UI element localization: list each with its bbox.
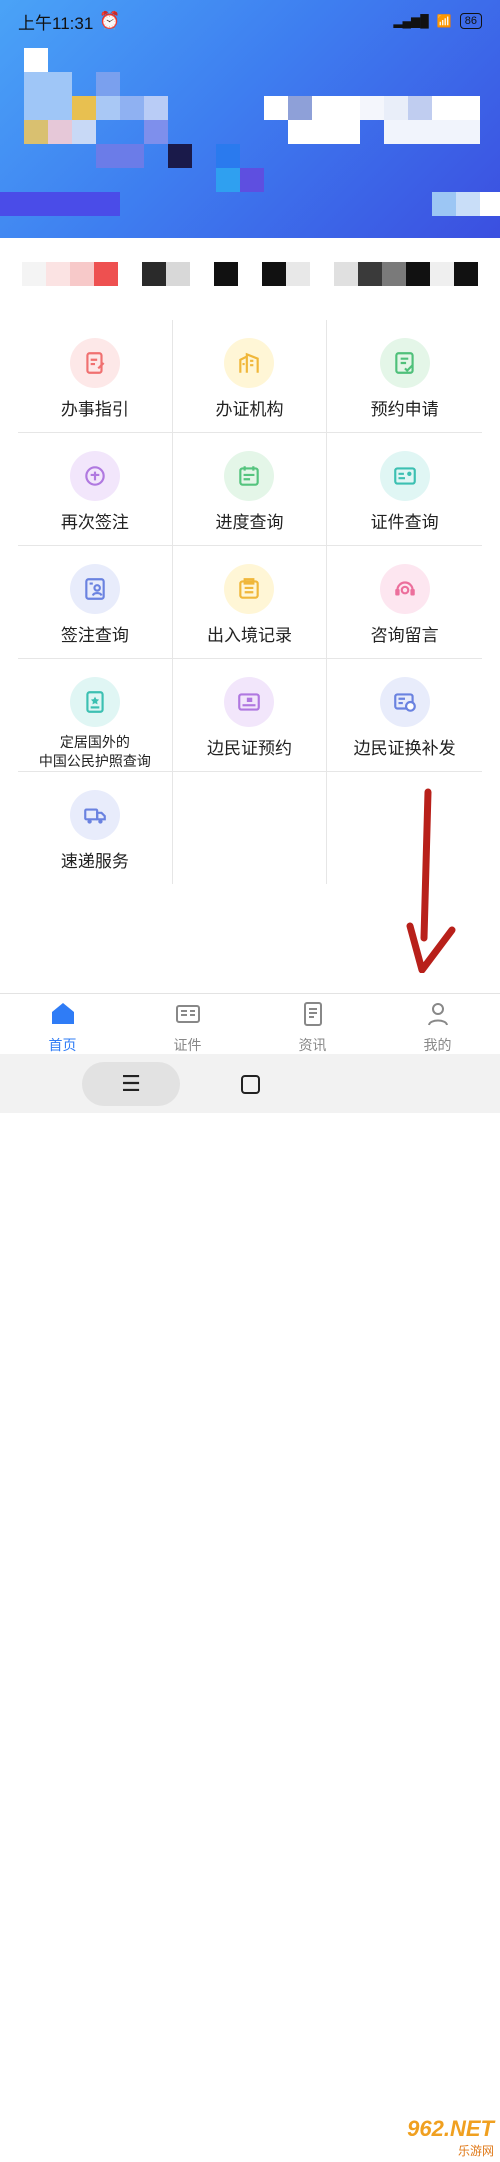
service-label: 签注查询 (60, 626, 129, 645)
service-item[interactable]: 出入境记录 (173, 546, 328, 658)
service-item[interactable]: 定居国外的 中国公民护照查询 (18, 659, 173, 771)
building-icon (224, 338, 275, 388)
home-button[interactable] (230, 1062, 270, 1106)
service-label: 办事指引 (60, 400, 129, 419)
service-label: 定居国外的 中国公民护照查询 (38, 734, 151, 769)
service-item[interactable]: 进度查询 (173, 433, 328, 545)
service-row: 定居国外的 中国公民护照查询 边民证预约 边民证换补发 (18, 659, 482, 772)
service-item[interactable]: 边民证预约 (173, 659, 328, 771)
tab-person[interactable]: 我的 (375, 994, 500, 1054)
menu-button[interactable]: ☰ (82, 1062, 180, 1106)
service-label: 边民证预约 (206, 739, 292, 758)
service-row: 签注查询 出入境记录 咨询留言 (18, 546, 482, 659)
service-label: 进度查询 (215, 513, 284, 532)
service-label: 办证机构 (215, 400, 284, 419)
service-item[interactable]: 再次签注 (18, 433, 173, 545)
service-row: 办事指引 办证机构 预约申请 (18, 320, 482, 433)
menu-icon: ☰ (121, 1071, 141, 1096)
service-label: 咨询留言 (370, 626, 439, 645)
tab-label: 证件 (173, 1037, 202, 1053)
alarm-icon: ⏰ (99, 11, 121, 30)
appointment-check-icon (379, 338, 430, 388)
service-item[interactable]: 预约申请 (327, 320, 482, 432)
service-item[interactable]: 速递服务 (18, 772, 173, 884)
news-icon (299, 1000, 327, 1033)
signal-icon: ▂▄▆█ (393, 14, 429, 28)
red-arrow-annotation (406, 788, 456, 973)
calendar-progress-icon (224, 451, 275, 501)
service-label: 速递服务 (60, 852, 129, 871)
service-label: 证件查询 (370, 513, 439, 532)
service-row: 再次签注 进度查询 证件查询 (18, 433, 482, 546)
endorse-stamp-icon (69, 451, 120, 501)
person-icon (424, 1000, 452, 1033)
empty-cell (173, 772, 328, 884)
person-document-icon (69, 564, 120, 614)
watermark-big: 962.NET (407, 2116, 494, 2141)
document-edit-icon (69, 338, 120, 388)
tab-label: 资讯 (298, 1037, 327, 1053)
service-label: 边民证换补发 (353, 739, 456, 758)
bottom-tab-bar: 首页 证件 资讯 我的 (0, 993, 500, 1054)
passport-icon (69, 677, 120, 727)
obscured-notice-strip (22, 262, 478, 286)
id-card-tab-icon (174, 1000, 202, 1033)
wifi-icon: 📶 (436, 14, 452, 28)
watermark-logo: 962.NET 乐游网 (368, 2116, 494, 2162)
battery-indicator: 86 (459, 13, 482, 29)
service-item[interactable]: 签注查询 (18, 546, 173, 658)
border-permit-icon (224, 677, 275, 727)
service-label: 预约申请 (370, 400, 439, 419)
tab-news[interactable]: 资讯 (250, 994, 375, 1054)
border-permit-renew-icon (379, 677, 430, 727)
watermark-small: 乐游网 (457, 2144, 494, 2158)
delivery-truck-icon (69, 790, 120, 840)
service-item[interactable]: 边民证换补发 (327, 659, 482, 771)
service-item[interactable]: 办证机构 (173, 320, 328, 432)
home-icon (49, 1000, 77, 1033)
tab-label: 我的 (423, 1037, 452, 1053)
service-label: 出入境记录 (206, 626, 292, 645)
tab-id-card-tab[interactable]: 证件 (125, 994, 250, 1054)
service-label: 再次签注 (60, 513, 129, 532)
system-navigation-bar: ☰ 962.NET 乐游网 (0, 1054, 500, 2158)
status-time: 上午11:31 (18, 13, 94, 33)
header-banner: 上午11:31 ⏰ ▂▄▆█ 📶 86 (0, 0, 500, 238)
customer-service-icon (379, 564, 430, 614)
record-folder-icon (224, 564, 275, 614)
status-bar: 上午11:31 ⏰ ▂▄▆█ 📶 86 (0, 0, 500, 42)
tab-home[interactable]: 首页 (0, 994, 125, 1054)
service-item[interactable]: 办事指引 (18, 320, 173, 432)
id-card-icon (379, 451, 430, 501)
tab-label: 首页 (48, 1037, 77, 1053)
square-icon (240, 1074, 260, 1094)
service-item[interactable]: 咨询留言 (327, 546, 482, 658)
service-item[interactable]: 证件查询 (327, 433, 482, 545)
